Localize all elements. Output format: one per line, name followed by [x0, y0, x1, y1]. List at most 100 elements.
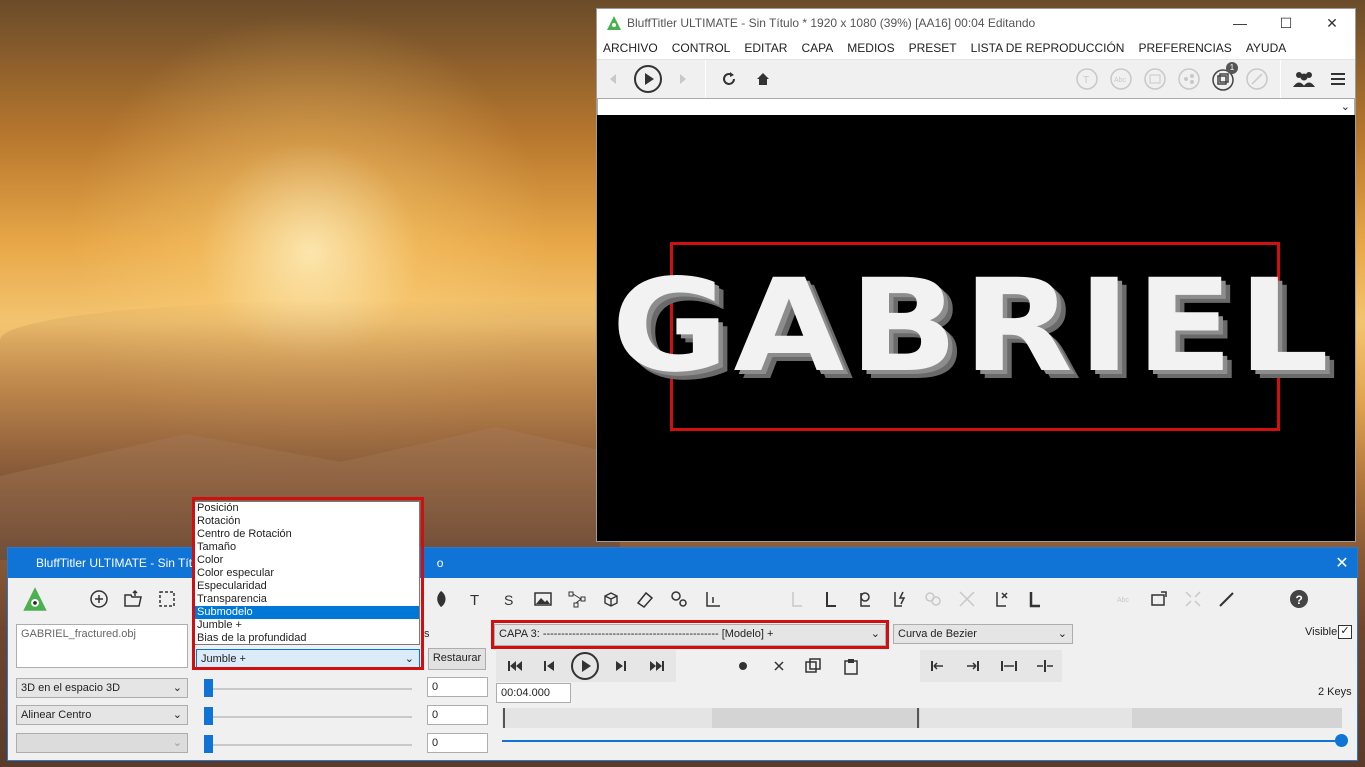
help-icon[interactable]: ?	[1282, 582, 1316, 616]
visible-label: Visible	[1305, 626, 1338, 638]
timeline-cursor[interactable]	[917, 708, 919, 728]
value-input-2[interactable]: 0	[427, 705, 488, 725]
corner-icon[interactable]	[1018, 582, 1052, 616]
abc-layer-icon[interactable]: Abc	[1104, 62, 1138, 96]
eraser-icon[interactable]	[628, 582, 662, 616]
home-icon[interactable]	[746, 62, 780, 96]
preview-title: BluffTitler ULTIMATE - Sin Título * 1920…	[627, 16, 1036, 30]
particles-icon[interactable]	[662, 582, 696, 616]
menu-capa[interactable]: CAPA	[801, 41, 833, 55]
menu-archivo[interactable]: ARCHIVO	[603, 41, 658, 55]
play-icon[interactable]	[631, 62, 665, 96]
chevron-down-icon: ⌄	[172, 737, 182, 749]
value-input-1[interactable]: 0	[427, 677, 488, 697]
slider-thumb-3[interactable]	[204, 735, 213, 753]
menu-control[interactable]: CONTROL	[672, 41, 731, 55]
time-slider-thumb[interactable]	[1335, 734, 1348, 747]
scale-disabled-icon[interactable]	[950, 582, 984, 616]
text-icon[interactable]: T	[458, 582, 492, 616]
link-icon[interactable]	[848, 582, 882, 616]
time-slider-track[interactable]	[502, 740, 1342, 742]
menu-preferencias[interactable]: PREFERENCIAS	[1138, 41, 1231, 55]
unlink-icon[interactable]	[984, 582, 1018, 616]
parent-icon[interactable]	[814, 582, 848, 616]
menu-medios[interactable]: MEDIOS	[847, 41, 894, 55]
preview-toolbar: T Abc 1	[597, 59, 1355, 98]
users-icon[interactable]	[1287, 62, 1321, 96]
minimize-button[interactable]: —	[1217, 9, 1263, 37]
select-area-icon[interactable]	[150, 582, 184, 616]
back-icon[interactable]	[597, 62, 631, 96]
paste-icon[interactable]	[834, 649, 868, 683]
render-viewport[interactable]: GABRIEL	[597, 115, 1355, 541]
lightning-icon[interactable]	[882, 582, 916, 616]
stretch-icon[interactable]	[992, 649, 1026, 683]
filename-field[interactable]: GABRIEL_fractured.obj	[16, 624, 188, 668]
disabled-tool-icon[interactable]	[1240, 62, 1274, 96]
menu-editar[interactable]: EDITAR	[744, 41, 787, 55]
slider-track-1[interactable]	[204, 688, 412, 690]
svg-text:?: ?	[1296, 593, 1303, 607]
image-layer-icon[interactable]	[1138, 62, 1172, 96]
play-button-icon[interactable]	[568, 649, 602, 683]
time-input[interactable]: 00:04.000	[496, 683, 571, 703]
forward-icon[interactable]	[665, 62, 699, 96]
app-logo-icon	[607, 16, 621, 30]
last-key-icon[interactable]	[640, 649, 674, 683]
chevron-down-icon: ⌄	[172, 682, 182, 694]
next-key-icon[interactable]	[604, 649, 638, 683]
copy-icon[interactable]	[796, 649, 830, 683]
layers-icon[interactable]: 1	[1206, 62, 1240, 96]
open-folder-icon[interactable]	[116, 582, 150, 616]
curve-combo[interactable]: Curva de Bezier ⌄	[893, 624, 1073, 644]
nodes-icon[interactable]	[1172, 62, 1206, 96]
add-layer-icon[interactable]	[82, 582, 116, 616]
align-right-icon[interactable]	[956, 649, 990, 683]
cube-icon[interactable]	[594, 582, 628, 616]
wand-icon[interactable]	[1210, 582, 1244, 616]
path-icon[interactable]	[560, 582, 594, 616]
editor-close-button[interactable]: ✕	[1327, 553, 1357, 573]
svg-text:S: S	[504, 592, 513, 608]
export-image-icon[interactable]	[1142, 582, 1176, 616]
svg-text:Abc: Abc	[1114, 77, 1127, 84]
disabled-combo[interactable]: ⌄	[16, 733, 188, 753]
close-button[interactable]: ✕	[1309, 9, 1355, 37]
menu-preset[interactable]: PRESET	[909, 41, 957, 55]
keys-count: 2 Keys	[1318, 686, 1352, 698]
space-combo[interactable]: 3D en el espacio 3D ⌄	[16, 678, 188, 698]
maximize-button[interactable]: ☐	[1263, 9, 1309, 37]
expand-disabled-icon[interactable]	[1176, 582, 1210, 616]
align-combo[interactable]: Alinear Centro ⌄	[16, 705, 188, 725]
parent-disabled-icon[interactable]	[780, 582, 814, 616]
chevron-down-icon: ⌄	[1340, 101, 1350, 113]
anchor-icon[interactable]	[696, 582, 730, 616]
menu-ayuda[interactable]: AYUDA	[1246, 41, 1286, 55]
s-icon[interactable]: S	[492, 582, 526, 616]
slider-thumb-1[interactable]	[204, 679, 213, 697]
svg-text:T: T	[1083, 75, 1089, 86]
delete-key-icon[interactable]	[762, 649, 796, 683]
slider-track-3[interactable]	[204, 744, 412, 746]
compress-icon[interactable]	[1028, 649, 1062, 683]
align-left-icon[interactable]	[920, 649, 954, 683]
highlight-box-dropdown	[192, 497, 424, 670]
value-input-3[interactable]: 0	[427, 733, 488, 753]
merge-disabled-icon[interactable]	[916, 582, 950, 616]
record-icon[interactable]	[726, 649, 760, 683]
prev-key-icon[interactable]	[532, 649, 566, 683]
preview-window: BluffTitler ULTIMATE - Sin Título * 1920…	[596, 8, 1356, 542]
visible-checkbox[interactable]: ✓	[1338, 625, 1352, 639]
abc-disabled-icon[interactable]: Abc	[1108, 582, 1142, 616]
refresh-icon[interactable]	[712, 62, 746, 96]
text-layer-icon[interactable]: T	[1070, 62, 1104, 96]
timeline-key-region-2	[1132, 708, 1342, 728]
slider-thumb-2[interactable]	[204, 707, 213, 725]
first-key-icon[interactable]	[498, 649, 532, 683]
menu-lista[interactable]: LISTA DE REPRODUCCIÓN	[971, 41, 1125, 55]
picture-icon[interactable]	[526, 582, 560, 616]
slider-track-2[interactable]	[204, 716, 412, 718]
restore-button[interactable]: Restaurar	[428, 648, 486, 670]
hamburger-menu-icon[interactable]	[1321, 62, 1355, 96]
shape-icon[interactable]	[424, 582, 458, 616]
